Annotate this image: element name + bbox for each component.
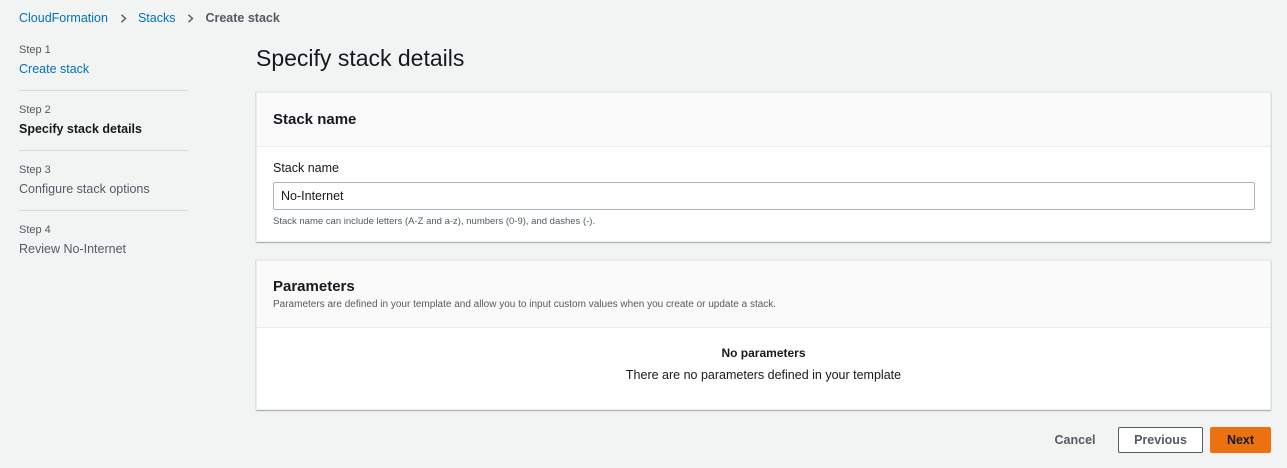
step-link-create-stack[interactable]: Create stack xyxy=(19,62,188,76)
chevron-right-icon xyxy=(186,13,195,23)
previous-button[interactable]: Previous xyxy=(1118,427,1203,453)
panel-title: Stack name xyxy=(273,111,357,128)
parameters-panel: Parameters Parameters are defined in you… xyxy=(256,260,1271,410)
panel-title: Parameters xyxy=(273,278,355,295)
cancel-button[interactable]: Cancel xyxy=(1040,427,1110,453)
panel-header: Parameters Parameters are defined in you… xyxy=(257,261,1270,328)
wizard-steps: Step 1 Create stack Step 2 Specify stack… xyxy=(19,44,188,283)
step-title-current: Specify stack details xyxy=(19,122,142,136)
wizard-step-1: Step 1 Create stack xyxy=(19,44,188,91)
breadcrumb: CloudFormation Stacks Create stack xyxy=(19,11,280,25)
wizard-step-3: Step 3 Configure stack options xyxy=(19,164,188,211)
step-number: Step 3 xyxy=(19,164,51,176)
chevron-right-icon xyxy=(119,13,128,23)
step-number: Step 4 xyxy=(19,224,51,236)
stack-name-constraint-text: Stack name can include letters (A-Z and … xyxy=(273,216,596,227)
page-title: Specify stack details xyxy=(256,45,465,71)
step-number: Step 2 xyxy=(19,104,51,116)
wizard-step-4: Step 4 Review No-Internet xyxy=(19,224,188,270)
empty-state-title: No parameters xyxy=(721,346,806,360)
step-number: Step 1 xyxy=(19,44,51,56)
panel-description: Parameters are defined in your template … xyxy=(273,299,777,310)
stack-name-label: Stack name xyxy=(273,161,340,175)
stack-name-panel: Stack name Stack name Stack name can inc… xyxy=(256,92,1271,242)
breadcrumb-stacks-link[interactable]: Stacks xyxy=(138,11,176,25)
breadcrumb-current: Create stack xyxy=(205,11,280,25)
empty-state-description: There are no parameters defined in your … xyxy=(625,368,902,382)
breadcrumb-cloudformation-link[interactable]: CloudFormation xyxy=(19,11,108,25)
panel-header: Stack name xyxy=(257,93,1270,147)
step-title: Review No-Internet xyxy=(19,242,126,256)
stack-name-input[interactable] xyxy=(273,182,1255,210)
step-title: Configure stack options xyxy=(19,182,150,196)
wizard-step-2: Step 2 Specify stack details xyxy=(19,104,188,151)
next-button[interactable]: Next xyxy=(1210,427,1271,453)
